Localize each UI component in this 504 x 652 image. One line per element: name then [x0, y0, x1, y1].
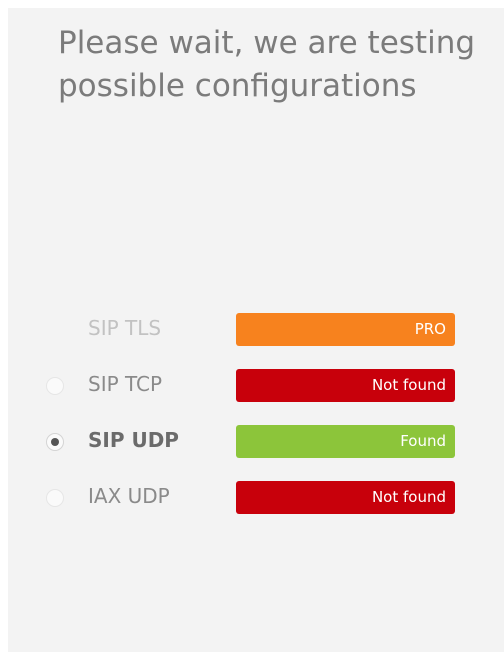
iax-udp-status-badge: Not found — [236, 481, 455, 514]
sip-tls-label: SIP TLS — [88, 316, 162, 340]
sip-udp-status-badge: Found — [236, 425, 455, 458]
page-title: Please wait, we are testing possible con… — [58, 25, 476, 104]
config-row-sip-tcp[interactable]: SIP TCP Not found — [36, 362, 476, 418]
configuration-list: SIP TLS PRO SIP TCP Not found SIP UDP Fo… — [36, 306, 476, 530]
iax-udp-label[interactable]: IAX UDP — [88, 482, 170, 510]
sip-tcp-label[interactable]: SIP TCP — [88, 370, 162, 398]
iax-udp-radio[interactable] — [46, 489, 64, 507]
sip-udp-label[interactable]: SIP UDP — [88, 426, 179, 454]
configuration-test-panel: Please wait, we are testing possible con… — [8, 8, 504, 652]
config-row-iax-udp[interactable]: IAX UDP Not found — [36, 474, 476, 530]
sip-udp-radio[interactable] — [46, 433, 64, 451]
config-row-sip-tls: SIP TLS PRO — [36, 306, 476, 362]
config-row-sip-udp[interactable]: SIP UDP Found — [36, 418, 476, 474]
sip-tls-status-badge: PRO — [236, 313, 455, 346]
sip-tcp-status-badge: Not found — [236, 369, 455, 402]
radio-selected-dot — [51, 438, 59, 446]
sip-tcp-radio[interactable] — [46, 377, 64, 395]
